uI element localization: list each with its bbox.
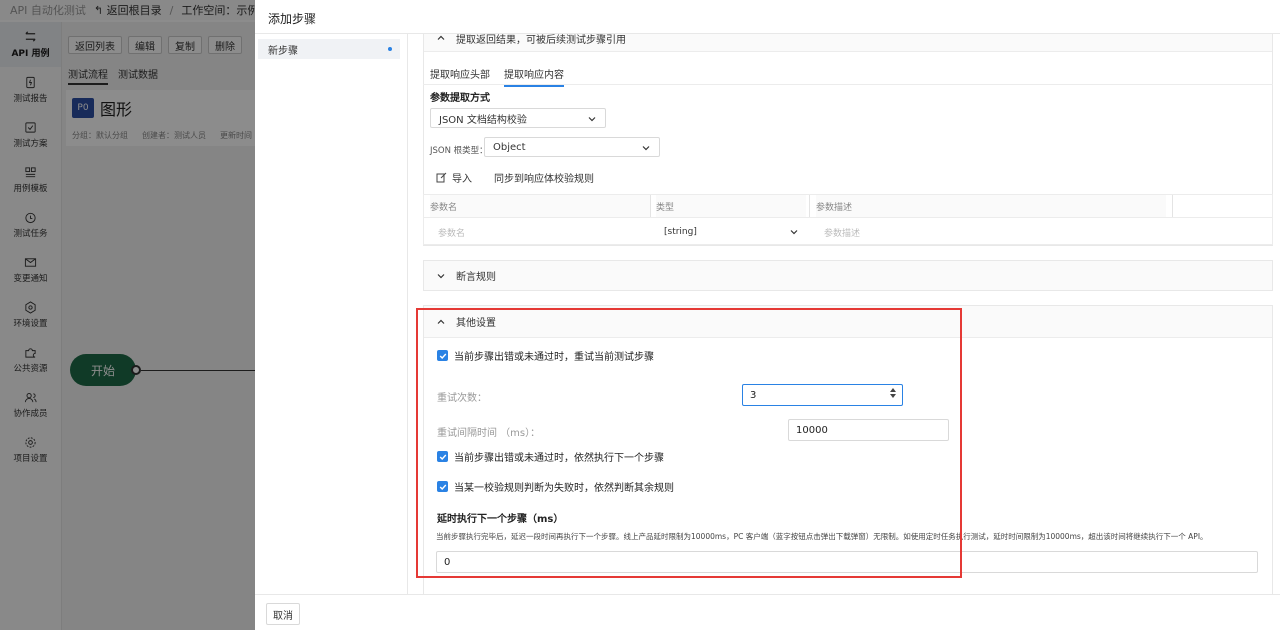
edit-import-icon [436, 172, 447, 183]
checkbox-checked-icon [437, 350, 448, 361]
retry-interval-input[interactable]: 10000 [788, 419, 949, 441]
step-list-item[interactable]: 新步骤 [258, 39, 400, 59]
step-list: 新步骤 [255, 34, 408, 594]
col-param-name: 参数名 [430, 195, 650, 217]
retry-count-input[interactable]: 3 [742, 384, 903, 406]
chevron-down-icon [437, 273, 445, 278]
col-type: 类型 [656, 195, 806, 217]
checkbox-checked-icon [437, 451, 448, 462]
json-root-type-select[interactable]: Object [484, 137, 660, 157]
continue-on-fail-checkbox[interactable]: 当前步骤出错或未通过时，依然执行下一个步骤 [437, 449, 664, 464]
param-desc-input[interactable]: 参数描述 [824, 218, 1124, 246]
retry-count-label: 重试次数： [437, 393, 487, 404]
param-type-select[interactable]: [string] [664, 218, 799, 246]
json-root-type-label: JSON 根类型： [430, 146, 488, 156]
import-row: 导入 同步到响应体校验规则 [436, 170, 594, 185]
params-table: 参数名 类型 参数描述 参数名 [string] 参数描述 [423, 194, 1273, 245]
unsaved-dot-icon [388, 47, 392, 51]
delay-input[interactable]: 0 [436, 551, 1258, 573]
chevron-down-icon [642, 146, 650, 151]
extract-section-header[interactable]: 提取返回结果，可被后续测试步骤引用 [424, 34, 1272, 52]
add-step-drawer: 添加步骤 新步骤 提取返回结果，可被后续测试步骤引用 提取响应头部 提取响应内容… [255, 0, 1280, 630]
assert-section: 断言规则 [423, 260, 1273, 291]
extract-method-label: 参数提取方式 [430, 93, 490, 104]
sync-to-validation-button[interactable]: 同步到响应体校验规则 [494, 170, 594, 185]
assert-section-header[interactable]: 断言规则 [424, 261, 1272, 290]
retry-interval-label: 重试间隔时间 （ms）： [437, 428, 541, 439]
continue-rules-checkbox[interactable]: 当某一校验规则判断为失败时，依然判断其余规则 [437, 479, 674, 494]
step-config-panel: 提取返回结果，可被后续测试步骤引用 提取响应头部 提取响应内容 参数提取方式 J… [408, 34, 1280, 594]
retry-checkbox[interactable]: 当前步骤出错或未通过时，重试当前测试步骤 [437, 348, 654, 363]
other-settings-header[interactable]: 其他设置 [424, 306, 1272, 338]
delay-description: 当前步骤执行完毕后，延迟一段时间再执行下一个步骤。线上产品延时限制为10000m… [436, 532, 1208, 541]
param-name-input[interactable]: 参数名 [438, 218, 638, 246]
import-button[interactable]: 导入 [436, 170, 472, 185]
table-row: 参数名 [string] 参数描述 [424, 217, 1272, 245]
chevron-down-icon [588, 117, 596, 122]
drawer-title: 添加步骤 [268, 12, 317, 26]
checkbox-checked-icon [437, 481, 448, 492]
chevron-up-icon [437, 35, 445, 40]
cancel-button[interactable]: 取消 [266, 603, 300, 625]
chevron-down-icon [790, 230, 798, 235]
number-stepper-icon[interactable] [890, 388, 896, 398]
extract-method-select[interactable]: JSON 文档结构校验 [430, 108, 606, 128]
delay-title: 延时执行下一个步骤（ms） [437, 514, 564, 525]
col-description: 参数描述 [816, 195, 1166, 217]
chevron-up-icon [437, 319, 445, 324]
